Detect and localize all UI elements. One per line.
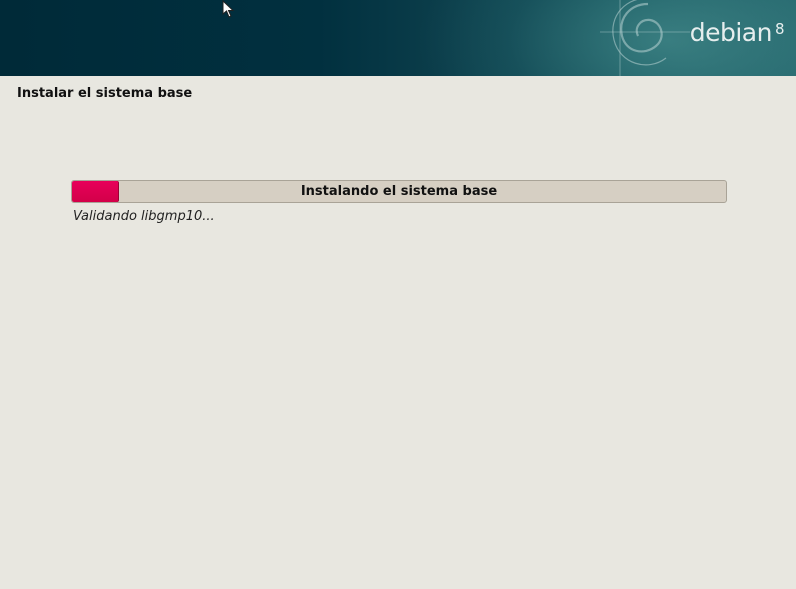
page-title: Instalar el sistema base <box>17 86 193 101</box>
progress-bar: Instalando el sistema base <box>71 180 727 203</box>
header-banner: debian 8 <box>0 0 796 76</box>
progress-status: Validando libgmp10... <box>73 209 215 224</box>
debian-swirl-icon <box>600 0 690 76</box>
logo-version: 8 <box>774 20 785 38</box>
debian-logo: debian 8 <box>689 18 785 47</box>
mouse-pointer-icon <box>222 0 235 18</box>
progress-label: Instalando el sistema base <box>300 184 498 199</box>
logo-text: debian <box>689 18 773 47</box>
